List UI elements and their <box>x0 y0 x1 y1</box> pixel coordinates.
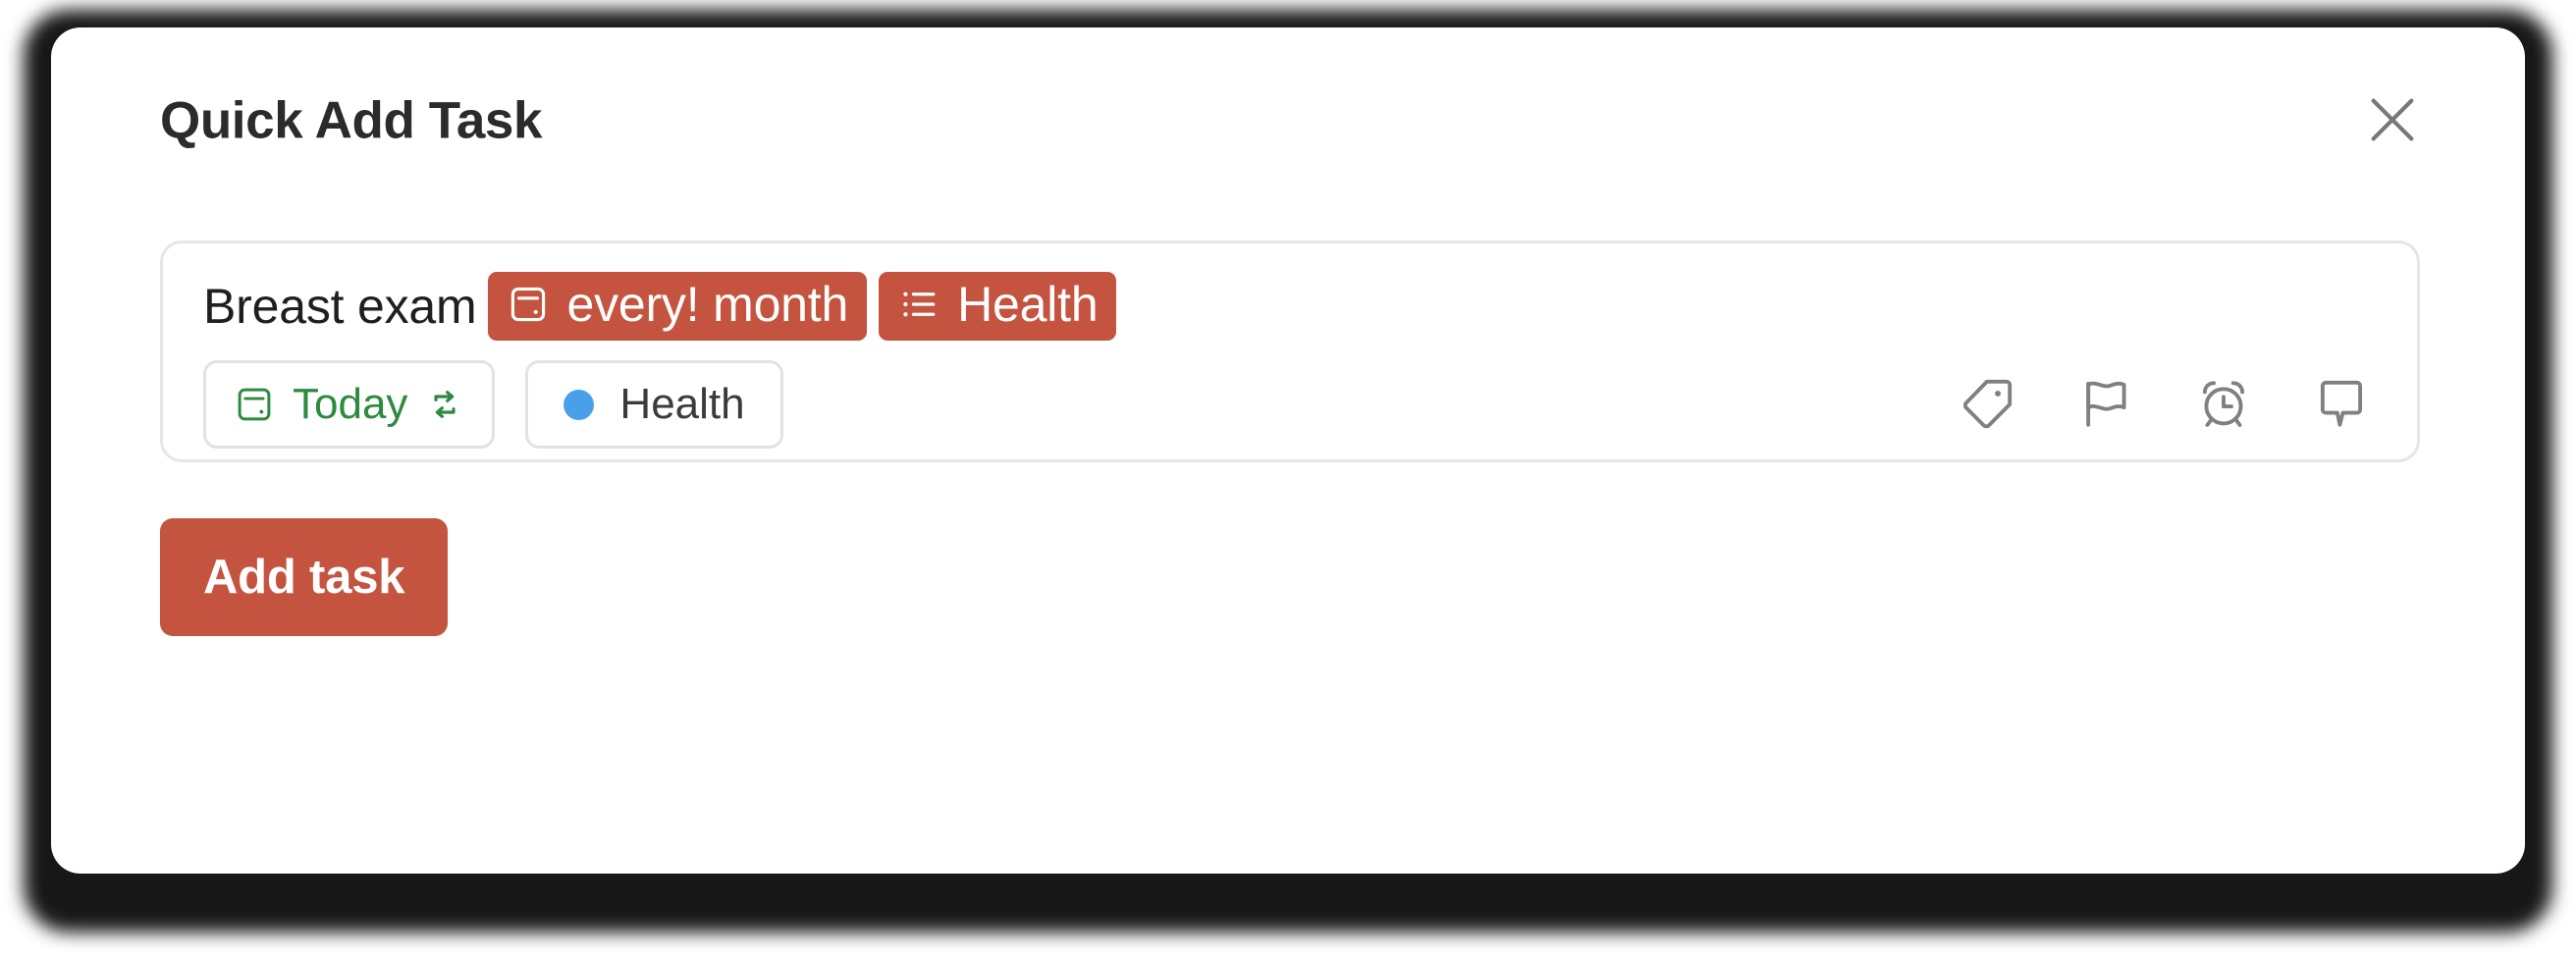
project-chip[interactable]: Health <box>525 360 783 449</box>
due-date-chip-label: Today <box>293 380 408 428</box>
quick-add-task-dialog: Quick Add Task Breast exam every! month … <box>51 27 2525 874</box>
task-text-row[interactable]: Breast exam every! month Health <box>203 261 1117 351</box>
tag-icon <box>1958 373 2018 437</box>
flag-icon <box>2075 373 2136 437</box>
project-token-label: Health <box>957 277 1099 332</box>
calendar-icon <box>507 283 550 326</box>
task-meta-row: Today Health <box>203 359 2384 450</box>
date-token[interactable]: every! month <box>488 272 868 341</box>
labels-button[interactable] <box>1950 366 2026 443</box>
alarm-clock-icon <box>2193 373 2254 437</box>
calendar-icon <box>234 384 275 425</box>
comments-button[interactable] <box>2303 366 2380 443</box>
project-token[interactable]: Health <box>879 272 1117 341</box>
close-button[interactable] <box>2354 82 2431 159</box>
add-task-button[interactable]: Add task <box>160 518 449 636</box>
color-dot-icon <box>564 389 595 420</box>
close-icon <box>2362 89 2423 153</box>
project-chip-label: Health <box>619 380 745 428</box>
reminders-button[interactable] <box>2185 366 2262 443</box>
dialog-header: Quick Add Task <box>51 27 2525 214</box>
task-input-container[interactable]: Breast exam every! month Health Today He… <box>160 240 2420 462</box>
screen: Quick Add Task Breast exam every! month … <box>0 0 2576 958</box>
task-name-text: Breast exam <box>203 279 477 334</box>
task-actions <box>1950 366 2384 443</box>
due-date-chip[interactable]: Today <box>203 360 496 449</box>
page-title: Quick Add Task <box>160 91 543 150</box>
list-icon <box>897 283 940 326</box>
repeat-icon <box>425 385 464 424</box>
priority-button[interactable] <box>2067 366 2144 443</box>
comment-icon <box>2311 373 2372 437</box>
date-token-label: every! month <box>566 277 849 332</box>
